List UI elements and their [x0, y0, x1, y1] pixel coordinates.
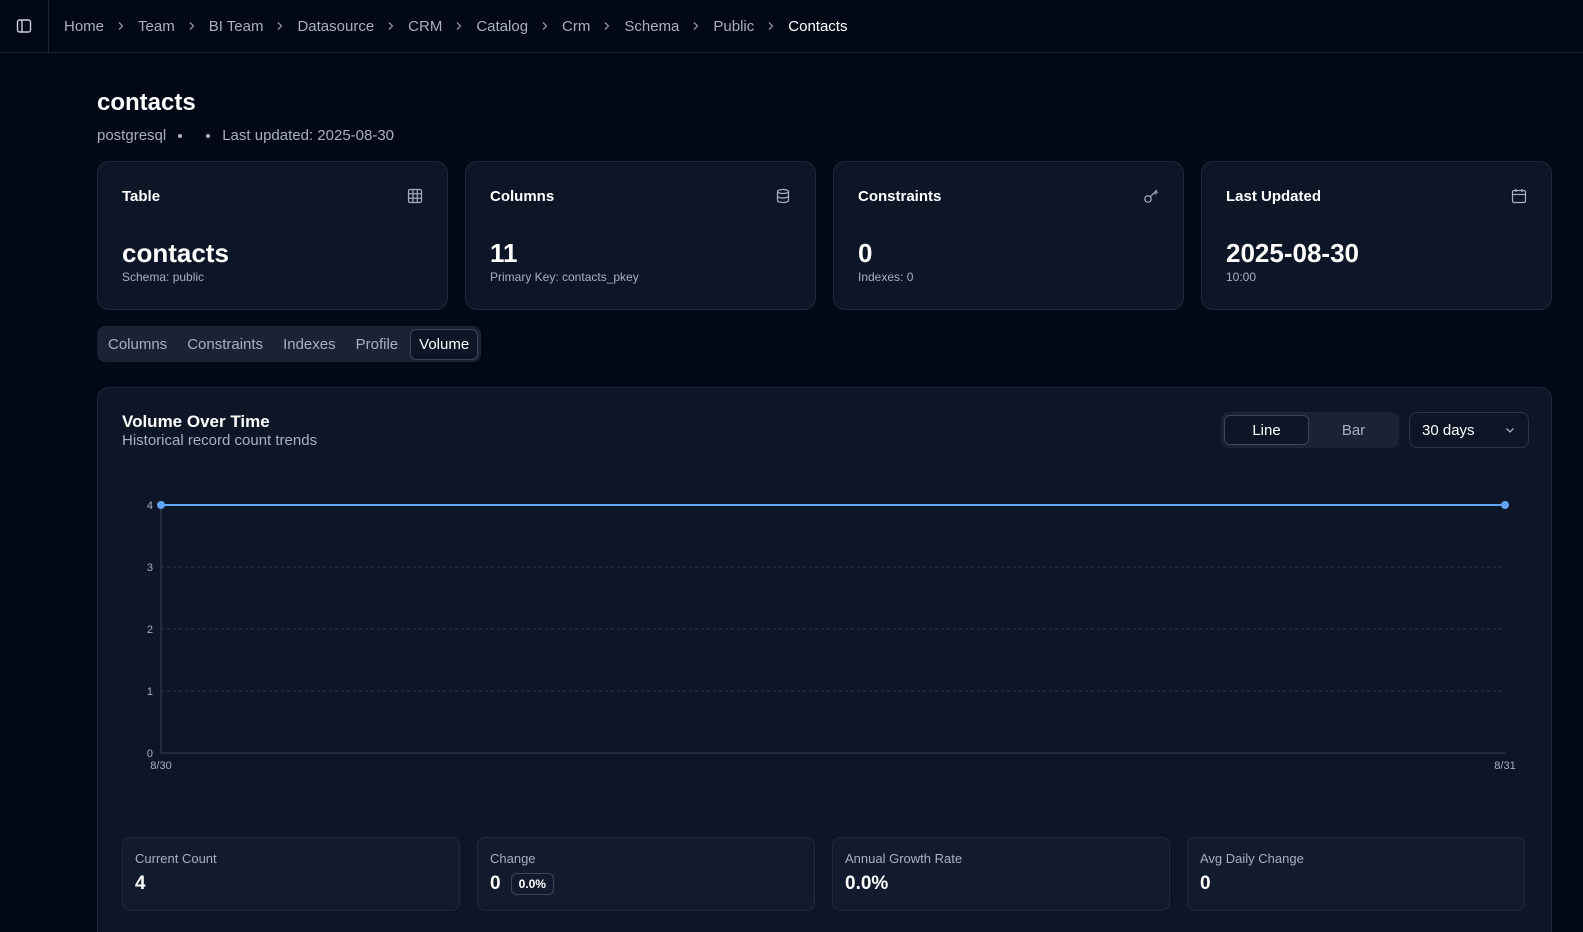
- sidebar-toggle-button[interactable]: [0, 0, 49, 53]
- annual-growth-stat: Annual Growth Rate 0.0%: [832, 837, 1170, 911]
- tab-profile[interactable]: Profile: [348, 330, 407, 359]
- stat-value-text: 0: [490, 873, 501, 894]
- y-tick-label: 2: [147, 624, 153, 636]
- x-tick-label: 8/31: [1494, 760, 1515, 772]
- stat-value: 4: [135, 873, 146, 895]
- time-range-select[interactable]: 30 days: [1409, 412, 1529, 448]
- card-subtext: Schema: public: [122, 270, 205, 284]
- y-tick-label: 1: [147, 686, 153, 698]
- stat-value-text: 0: [1200, 873, 1211, 894]
- engine-label: postgresql: [97, 127, 167, 144]
- stat-value: 0: [1200, 873, 1211, 895]
- chevron-right-icon: [754, 21, 788, 31]
- card-subtext: 10:00: [1226, 270, 1257, 284]
- columns-card: Columns 11 Primary Key: contacts_pkey: [465, 161, 816, 310]
- chevron-down-icon: [1506, 428, 1514, 433]
- chevron-right-icon: [528, 21, 562, 31]
- volume-stats: Current Count 4 Change 0 0.0% Annual Gro…: [122, 837, 1525, 911]
- card-value: 2025-08-30: [1226, 238, 1359, 268]
- panel-title: Volume Over Time: [122, 412, 270, 431]
- calendar-icon: [1511, 189, 1527, 204]
- stat-value-text: 4: [135, 873, 146, 894]
- change-percent-badge: 0.0%: [510, 873, 554, 895]
- y-tick-label: 0: [147, 748, 153, 760]
- breadcrumb-crm-catalog[interactable]: Crm: [562, 18, 590, 35]
- stat-value: 0 0.0%: [490, 873, 554, 895]
- page-title: contacts: [97, 89, 196, 116]
- breadcrumb-catalog[interactable]: Catalog: [476, 18, 528, 35]
- chevron-right-icon: [590, 21, 624, 31]
- breadcrumb-crm[interactable]: CRM: [408, 18, 442, 35]
- card-value: 0: [858, 238, 873, 268]
- tab-volume[interactable]: Volume: [410, 328, 479, 360]
- separator-dot: [206, 133, 211, 138]
- avg-daily-change-stat: Avg Daily Change 0: [1187, 837, 1525, 911]
- breadcrumb-schema[interactable]: Schema: [624, 18, 679, 35]
- change-stat: Change 0 0.0%: [477, 837, 815, 911]
- card-value: 11: [490, 238, 518, 268]
- chevron-right-icon: [104, 21, 138, 31]
- top-bar: Home Team BI Team Datasource CRM Catalog…: [0, 0, 1583, 53]
- tab-columns[interactable]: Columns: [100, 330, 175, 359]
- stat-value: 0.0%: [845, 873, 888, 895]
- summary-cards: Table contacts Schema: public Columns 11…: [97, 161, 1552, 310]
- bar-view-button[interactable]: Bar: [1311, 415, 1396, 445]
- constraints-card: Constraints 0 Indexes: 0: [833, 161, 1184, 310]
- line-view-button[interactable]: Line: [1224, 415, 1310, 445]
- stat-label: Annual Growth Rate: [845, 851, 963, 866]
- chevron-right-icon: [175, 21, 209, 31]
- y-tick-label: 4: [147, 500, 153, 512]
- page-meta: postgresql Last updated: 2025-08-30: [97, 127, 394, 144]
- chevron-right-icon: [263, 21, 297, 31]
- sidebar-toggle-icon: [16, 19, 32, 33]
- breadcrumb-home[interactable]: Home: [64, 18, 104, 35]
- chevron-right-icon: [442, 21, 476, 31]
- card-value: contacts: [122, 238, 229, 268]
- breadcrumb-contacts: Contacts: [788, 17, 848, 35]
- last-updated-card: Last Updated 2025-08-30 10:00: [1201, 161, 1552, 310]
- chevron-right-icon: [679, 21, 713, 31]
- table-card: Table contacts Schema: public: [97, 161, 448, 310]
- card-subtext: Primary Key: contacts_pkey: [490, 270, 639, 284]
- key-icon: [1144, 189, 1159, 203]
- volume-panel: Volume Over Time Historical record count…: [97, 387, 1552, 932]
- x-tick-label: 8/30: [150, 760, 171, 772]
- volume-line-chart: 0 1 2 3 4 8/30 8/31: [147, 500, 1516, 772]
- stat-value-text: 0.0%: [845, 873, 889, 894]
- table-icon: [407, 188, 423, 204]
- chevron-right-icon: [374, 21, 408, 31]
- chart-type-toggle: Line Bar: [1221, 412, 1399, 448]
- current-count-stat: Current Count 4: [122, 837, 460, 911]
- data-point: [157, 501, 165, 509]
- separator-dot: [178, 133, 183, 138]
- stat-label: Current Count: [135, 851, 217, 866]
- card-label: Table: [122, 188, 161, 205]
- time-range-value: 30 days: [1422, 421, 1475, 439]
- breadcrumb-datasource[interactable]: Datasource: [297, 18, 374, 35]
- card-label: Constraints: [858, 188, 942, 205]
- stat-label: Change: [490, 851, 536, 866]
- tab-indexes[interactable]: Indexes: [275, 330, 344, 359]
- data-point: [1501, 501, 1509, 509]
- breadcrumb-public[interactable]: Public: [713, 18, 754, 35]
- database-icon: [776, 188, 790, 204]
- breadcrumb: Home Team BI Team Datasource CRM Catalog…: [49, 18, 847, 35]
- panel-subtitle: Historical record count trends: [122, 432, 318, 449]
- card-label: Columns: [490, 188, 555, 205]
- y-tick-label: 3: [147, 562, 153, 574]
- breadcrumb-bi-team[interactable]: BI Team: [209, 18, 264, 35]
- tab-constraints[interactable]: Constraints: [179, 330, 271, 359]
- tab-list: Columns Constraints Indexes Profile Volu…: [97, 326, 482, 362]
- breadcrumb-team[interactable]: Team: [138, 18, 175, 35]
- card-subtext: Indexes: 0: [858, 270, 914, 284]
- stat-label: Avg Daily Change: [1200, 851, 1304, 866]
- card-label: Last Updated: [1226, 188, 1322, 205]
- last-updated-label: Last updated: 2025-08-30: [222, 127, 395, 144]
